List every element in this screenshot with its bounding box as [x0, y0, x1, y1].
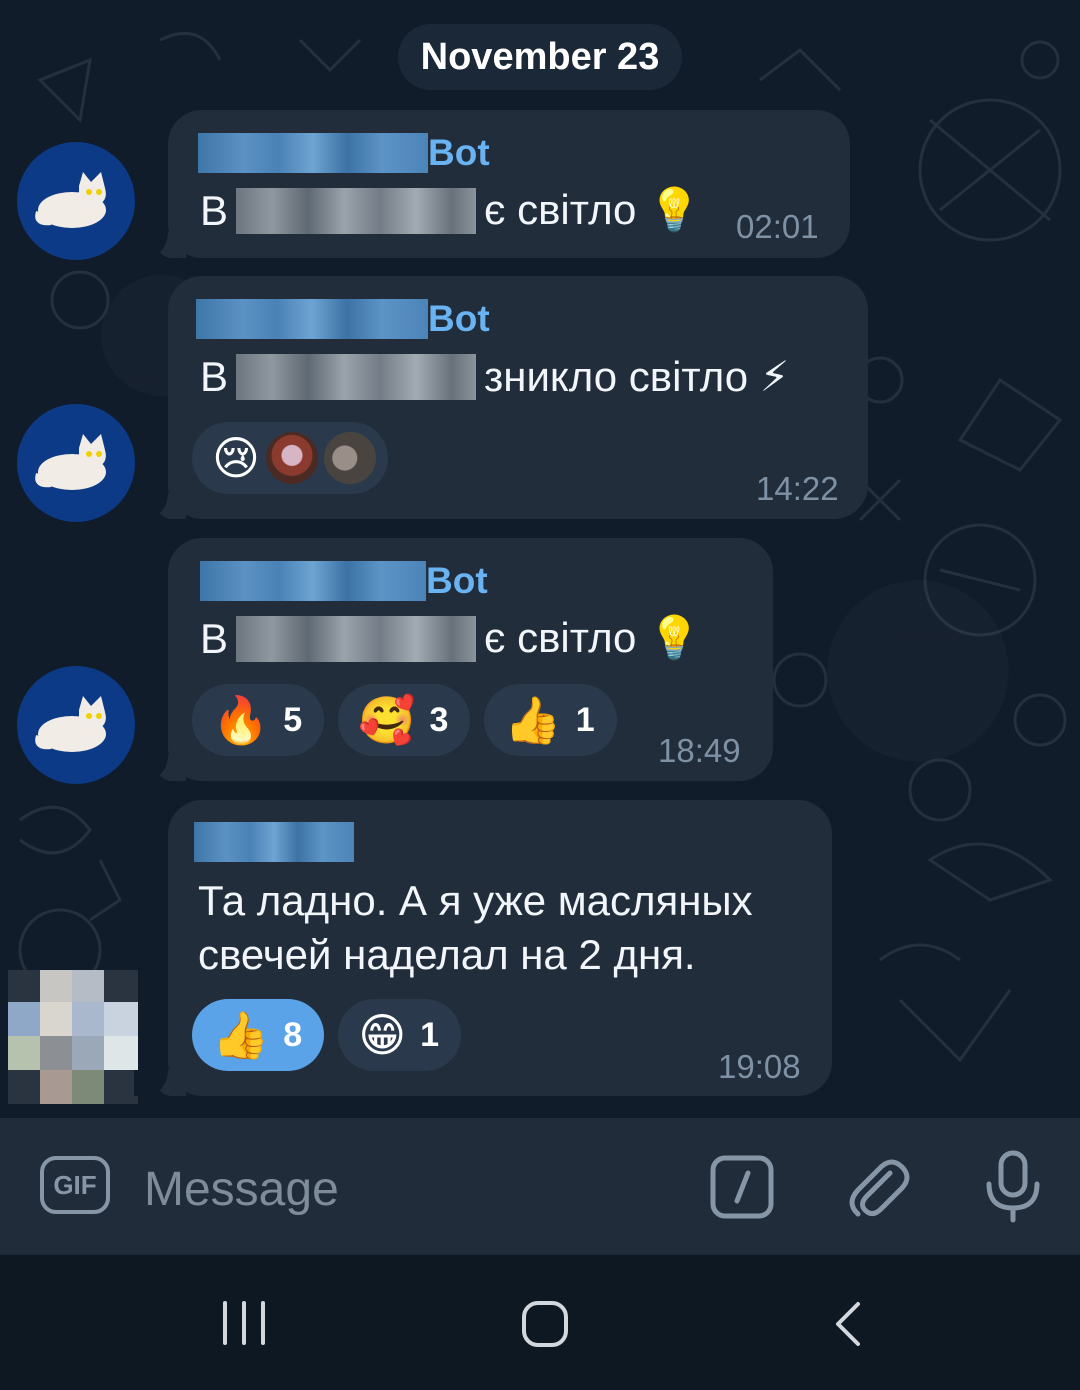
message-time: 02:01: [736, 208, 819, 245]
pixelated-avatar-icon: [8, 970, 138, 1104]
reaction-count: 1: [575, 700, 595, 739]
message-time: 18:49: [658, 732, 741, 769]
bot-avatar[interactable]: [17, 666, 135, 784]
reaction-thumbs-up[interactable]: 👍 1: [484, 684, 617, 756]
sender-name[interactable]: Bot: [198, 132, 490, 174]
reaction-thumbs-up-chosen[interactable]: 👍 8: [192, 999, 325, 1071]
redacted-location: [236, 615, 477, 662]
reaction-count: 8: [283, 1015, 303, 1054]
bot-avatar[interactable]: [17, 142, 135, 260]
system-navigation-bar: [0, 1255, 1080, 1390]
reactions-row: 👍 8 😁 1: [192, 999, 462, 1071]
gif-button[interactable]: GIF: [40, 1156, 110, 1214]
redacted-name: [196, 299, 428, 339]
crying-emoji: 😢: [212, 432, 260, 484]
cat-avatar-icon: [35, 696, 106, 752]
bot-commands-button[interactable]: [710, 1155, 774, 1224]
sender-name[interactable]: [194, 822, 354, 862]
message-bubble[interactable]: Bot В є світло 💡 🔥 5 🥰 3 👍 1 18:49: [134, 538, 773, 781]
message-input[interactable]: [142, 1158, 666, 1220]
message-text: Та ладно. А я уже масляных свечей надела…: [198, 877, 753, 978]
reaction-count: 5: [283, 700, 303, 739]
message-time: 14:22: [756, 470, 839, 507]
message-bubble[interactable]: Bot В зникло світло ⚡ 😢 14:22: [134, 276, 868, 519]
redacted-name: [194, 822, 354, 862]
reaction-count: 1: [420, 1015, 440, 1054]
fire-emoji: 🔥: [212, 694, 270, 746]
message-time: 19:08: [718, 1048, 801, 1085]
cat-avatar-icon: [35, 434, 106, 490]
reaction-fire[interactable]: 🔥 5: [192, 684, 325, 756]
home-icon: [522, 1301, 568, 1347]
reactor-avatar: [265, 432, 318, 484]
message-input-bar: GIF: [0, 1118, 1080, 1255]
grinning-emoji: 😁: [358, 1009, 407, 1061]
sender-name[interactable]: Bot: [196, 298, 490, 340]
back-icon: [836, 1302, 860, 1346]
paperclip-icon: [849, 1159, 910, 1217]
home-button[interactable]: [521, 1300, 569, 1353]
reaction-grinning[interactable]: 😁 1: [338, 999, 462, 1071]
reaction-count: 3: [429, 700, 449, 739]
message-bubble[interactable]: Bot В є світло 💡 02:01: [134, 110, 850, 258]
message-bubble[interactable]: Та ладно. А я уже масляных свечей надела…: [134, 800, 832, 1096]
sender-name[interactable]: Bot: [200, 560, 488, 602]
date-header: November 23: [398, 24, 682, 90]
user-avatar[interactable]: [8, 970, 138, 1104]
reaction-crying[interactable]: 😢: [192, 422, 388, 494]
back-button[interactable]: [832, 1300, 864, 1353]
thumbs-up-emoji: 👍: [212, 1009, 270, 1061]
redacted-name: [198, 133, 428, 173]
recents-icon: [223, 1301, 265, 1345]
microphone-icon: [986, 1150, 1040, 1223]
attach-button[interactable]: [846, 1153, 910, 1226]
reactor-avatar: [323, 432, 376, 484]
recents-button[interactable]: [220, 1300, 268, 1351]
chat-area[interactable]: November 23 Bot В є світло 💡 02:01 Bot В…: [0, 0, 1080, 1118]
message-text: В є світло 💡: [200, 614, 701, 662]
smiling-hearts-emoji: 🥰: [358, 694, 416, 746]
message-text: В зникло світло ⚡: [200, 352, 790, 401]
redacted-location: [236, 353, 477, 400]
redacted-name: [200, 561, 426, 601]
reaction-smiling-hearts[interactable]: 🥰 3: [338, 684, 471, 756]
cat-avatar-icon: [35, 172, 106, 228]
reactions-row: 😢: [192, 422, 388, 494]
bot-avatar[interactable]: [17, 404, 135, 522]
voice-message-button[interactable]: [984, 1150, 1042, 1229]
slash-command-icon: [710, 1155, 774, 1219]
message-text: В є світло 💡: [200, 186, 701, 234]
thumbs-up-emoji: 👍: [504, 694, 562, 746]
redacted-location: [236, 187, 477, 234]
reactions-row: 🔥 5 🥰 3 👍 1: [192, 684, 617, 756]
